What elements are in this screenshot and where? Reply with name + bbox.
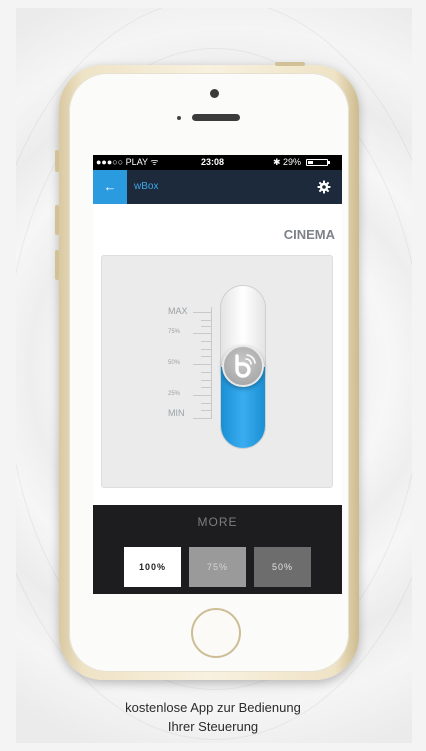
home-button[interactable] [191,608,241,658]
caption-line-1: kostenlose App zur Bedienung [125,700,301,715]
battery-percent: 29% [283,157,302,167]
back-button[interactable]: ← [93,170,127,204]
preset-50-button[interactable]: 50% [254,547,311,587]
nav-bar: ← wBox [93,170,342,204]
clock: 23:08 [201,157,225,167]
brand-logo-icon [235,354,256,378]
scale-tick [193,418,211,419]
scale-tick [201,403,211,404]
scale-tick [193,333,211,334]
power-button [275,62,305,66]
bluetooth-icon: ✱ [273,157,281,167]
battery-tip [328,161,330,164]
proximity-sensor [177,116,181,120]
scale-tick [201,326,211,327]
battery-fill [308,161,313,164]
scale-tick [193,312,211,313]
front-camera [210,89,219,98]
gear-icon[interactable] [317,180,331,194]
status-bar: ●●●○○ PLAY ᯤ 23:08 ✱ 29% [93,155,342,170]
scale-max-label: MAX [168,306,188,316]
earpiece-speaker [192,114,240,121]
battery-icon [306,159,328,166]
scale-tick [201,320,211,321]
volume-up-button [55,205,59,235]
scale-tick [201,387,211,388]
back-arrow-icon: ← [103,179,117,194]
caption-line-2: Ihrer Steuerung [167,719,259,734]
scale-tick [201,380,211,381]
preset-75-button[interactable]: 75% [189,547,246,587]
scale-tick [201,372,211,373]
preset-100-button[interactable]: 100% [124,547,181,587]
scale-tick [201,410,211,411]
phone-screen: ●●●○○ PLAY ᯤ 23:08 ✱ 29% ← wBox CINEMA M… [93,155,342,594]
scale-min-label: MIN [168,408,185,418]
scale-tick [193,395,211,396]
caption: kostenlose App zur Bedienung Ihrer Steue… [0,698,426,736]
more-label: MORE [197,515,238,529]
scale-tick [193,364,211,365]
scale-75-label: 75% [168,329,181,335]
slider-knob[interactable] [222,345,264,387]
more-section: MORE 100% 75% 50% [93,505,342,594]
dimmer-panel [101,255,333,488]
nav-title: wBox [134,181,159,192]
scale-line [211,307,212,419]
scale-50-label: 50% [168,360,181,366]
carrier-label: ●●●○○ PLAY ᯤ [96,157,159,167]
scale-tick [201,356,211,357]
scale-tick [201,341,211,342]
scene-title: CINEMA [283,227,335,242]
mute-switch [55,150,59,172]
scale-tick [201,349,211,350]
volume-down-button [55,250,59,280]
scale-25-label: 25% [168,391,181,397]
